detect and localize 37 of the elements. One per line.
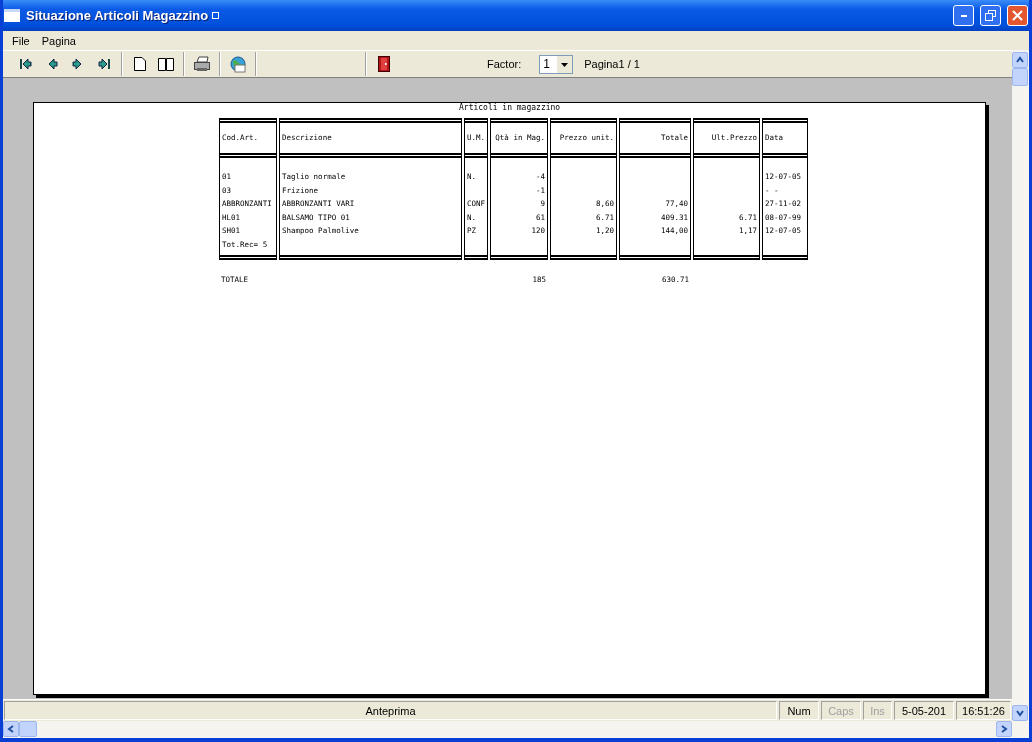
status-message: Anteprima — [4, 701, 777, 720]
close-icon — [1012, 10, 1023, 21]
right-chevron-icon — [1000, 725, 1008, 733]
status-panel: Caps — [821, 701, 861, 720]
menu-item[interactable]: Pagina — [35, 34, 82, 47]
minimize-button[interactable] — [953, 5, 974, 26]
status-panel: 16:51:26 — [956, 701, 1011, 720]
scroll-thumb[interactable] — [19, 721, 37, 737]
factor-label: Factor: — [487, 58, 522, 70]
scroll-up-button[interactable] — [1012, 52, 1028, 68]
page-icon — [134, 57, 146, 71]
left-chevron-icon — [7, 725, 15, 733]
window-icon — [4, 9, 20, 22]
status-panel: 5-05-201 — [894, 701, 954, 720]
minimize-icon — [960, 14, 967, 17]
scroll-left-button[interactable] — [3, 721, 19, 737]
square-icon — [212, 12, 220, 19]
status-panel: Num — [779, 701, 819, 720]
window-title: Situazione Articoli Magazzino — [26, 8, 209, 23]
restore-icon — [985, 10, 996, 21]
factor-dropdown[interactable]: 1 — [539, 54, 574, 74]
last-arrow-icon — [97, 58, 111, 70]
scroll-down-button[interactable] — [1012, 705, 1028, 721]
page-indicator: Pagina1 / 1 — [584, 58, 640, 70]
menu-item[interactable]: File — [6, 34, 36, 47]
book-icon — [158, 57, 174, 71]
up-chevron-icon — [1016, 56, 1024, 64]
status-panel: Ins — [863, 701, 892, 720]
scroll-thumb[interactable] — [1012, 68, 1028, 86]
first-arrow-icon — [19, 58, 33, 70]
down-chevron-icon — [1016, 709, 1024, 717]
restore-button[interactable] — [980, 5, 1001, 26]
close-button[interactable] — [1007, 5, 1028, 26]
printer-icon — [193, 56, 211, 72]
caret-icon — [557, 55, 573, 73]
report-title: Articoli in magazzino — [459, 103, 562, 112]
scroll-right-button[interactable] — [996, 721, 1012, 737]
